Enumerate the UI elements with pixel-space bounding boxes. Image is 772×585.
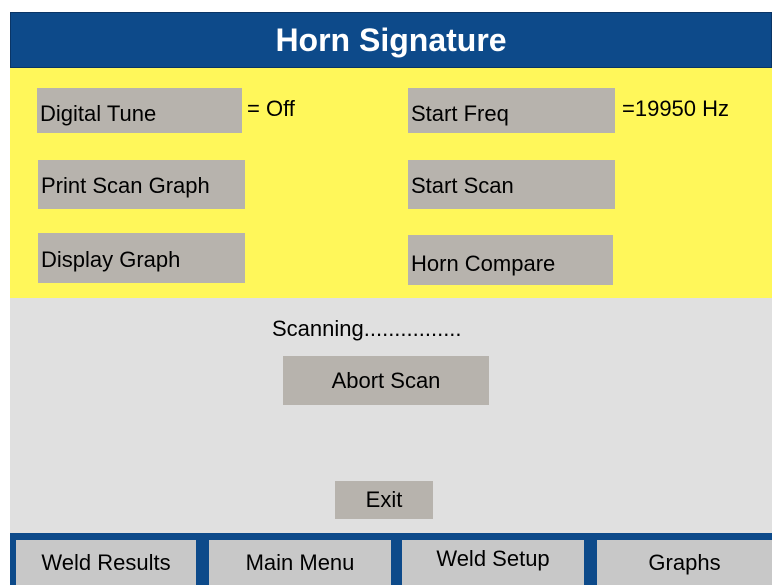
display-graph-label: Display Graph (41, 247, 181, 272)
print-scan-graph-label: Print Scan Graph (41, 173, 210, 198)
settings-panel: Digital Tune = Off Start Freq =19950 Hz … (10, 68, 772, 298)
page-title: Horn Signature (275, 21, 507, 58)
horn-compare-label: Horn Compare (411, 251, 556, 276)
horn-signature-screen: Horn Signature Digital Tune = Off Start … (0, 0, 772, 585)
exit-label: Exit (365, 487, 403, 512)
start-freq-button[interactable]: Start Freq (408, 88, 615, 133)
status-panel: Scanning................ Abort Scan Exit (10, 298, 772, 533)
nav-graphs-button[interactable]: Graphs (597, 540, 772, 585)
exit-button[interactable]: Exit (335, 481, 433, 519)
abort-scan-label: Abort Scan (331, 367, 441, 393)
title-bar: Horn Signature (10, 12, 772, 68)
start-scan-label: Start Scan (411, 173, 514, 198)
start-scan-button[interactable]: Start Scan (408, 160, 615, 209)
nav-weld-results-button[interactable]: Weld Results (16, 540, 196, 585)
nav-weld-setup-button[interactable]: Weld Setup (402, 540, 584, 585)
nav-main-menu-button[interactable]: Main Menu (209, 540, 391, 585)
display-graph-button[interactable]: Display Graph (38, 233, 245, 283)
digital-tune-button[interactable]: Digital Tune (37, 88, 242, 133)
nav-weld-results-label: Weld Results (41, 549, 171, 575)
bottom-nav-bar: Weld Results Main Menu Weld Setup Graphs (10, 533, 772, 585)
nav-main-menu-label: Main Menu (245, 549, 355, 575)
nav-weld-setup-label: Weld Setup (436, 546, 550, 571)
digital-tune-value: = Off (247, 96, 295, 121)
start-freq-value: =19950 Hz (622, 96, 730, 121)
abort-scan-button[interactable]: Abort Scan (283, 356, 489, 405)
nav-graphs-label: Graphs (648, 549, 721, 575)
horn-compare-button[interactable]: Horn Compare (408, 235, 613, 285)
start-freq-label: Start Freq (411, 101, 509, 126)
scan-status-text: Scanning................ (272, 316, 462, 341)
print-scan-graph-button[interactable]: Print Scan Graph (38, 160, 245, 209)
digital-tune-label: Digital Tune (40, 101, 157, 126)
